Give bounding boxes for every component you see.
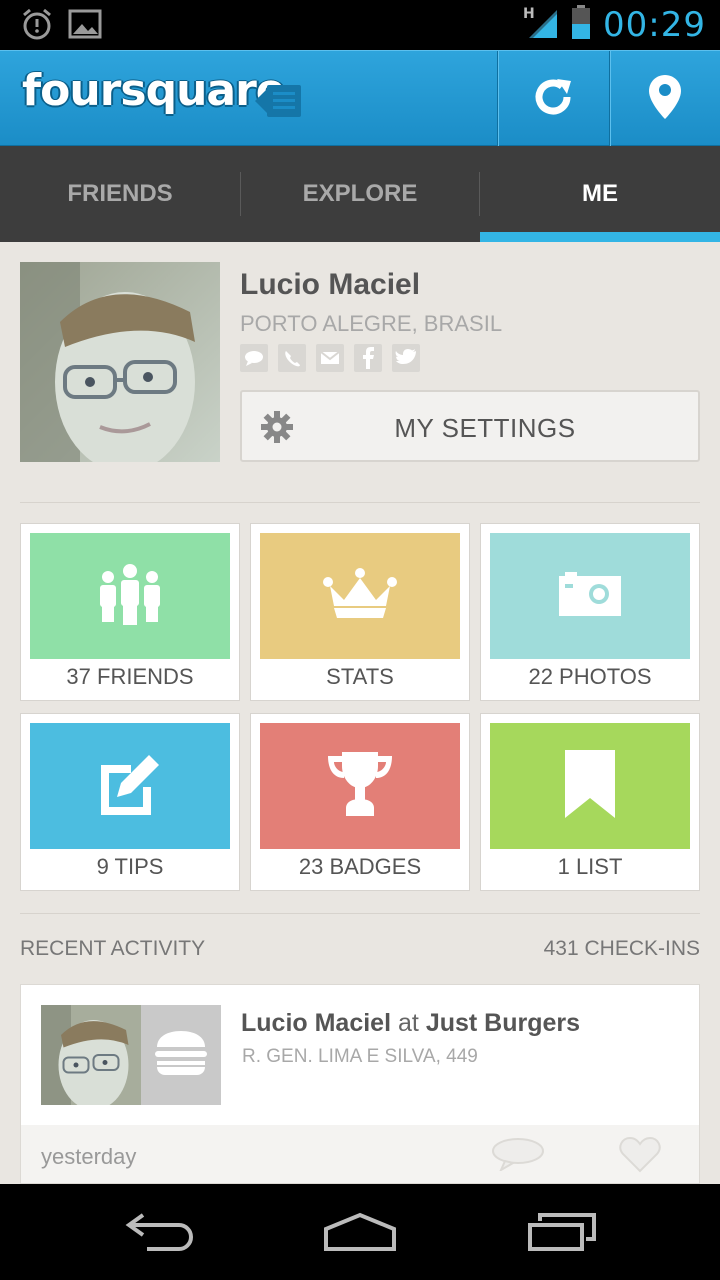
svg-text:H: H: [523, 6, 535, 22]
tile-badges[interactable]: 23 BADGES: [250, 713, 470, 891]
tile-label: 22 PHOTOS: [528, 664, 652, 689]
tab-explore[interactable]: EXPLORE: [240, 146, 480, 242]
camera-icon: [559, 571, 621, 621]
back-icon: [125, 1211, 195, 1256]
burger-icon: [155, 1030, 207, 1080]
activity-user[interactable]: Lucio Maciel: [241, 1009, 391, 1037]
menu-icon[interactable]: [255, 83, 303, 119]
tab-me[interactable]: ME: [480, 146, 720, 242]
activity-time: yesterday: [41, 1144, 137, 1169]
email-icon[interactable]: [316, 344, 344, 372]
friends-icon: [97, 563, 163, 630]
avatar[interactable]: [20, 262, 220, 462]
tile-swatch: [260, 723, 460, 849]
user-thumbnail[interactable]: [41, 1005, 141, 1105]
tile-swatch: [30, 533, 230, 659]
tile-label: 9 TIPS: [96, 854, 164, 879]
comment-icon[interactable]: [491, 1137, 545, 1176]
recent-apps-button[interactable]: [522, 1208, 602, 1258]
tile-swatch: [260, 533, 460, 659]
edit-icon: [97, 753, 163, 820]
contact-icons: [240, 344, 420, 372]
phone-icon[interactable]: [278, 344, 306, 372]
tile-swatch: [490, 723, 690, 849]
foursquare-logo[interactable]: foursquare: [22, 65, 286, 116]
refresh-button[interactable]: [497, 51, 607, 147]
message-icon[interactable]: [240, 344, 268, 372]
twitter-icon[interactable]: [392, 344, 420, 372]
activity-at: at: [398, 1009, 419, 1037]
activity-address: R. GEN. LIMA E SILVA, 449: [242, 1046, 478, 1067]
tile-friends[interactable]: 37 FRIENDS: [20, 523, 240, 701]
checkin-button[interactable]: [609, 51, 719, 147]
tile-label: 23 BADGES: [298, 854, 422, 879]
tile-tips[interactable]: 9 TIPS: [20, 713, 240, 891]
my-settings-label: MY SETTINGS: [394, 413, 576, 443]
tile-label: STATS: [326, 664, 394, 689]
tab-bar: FRIENDS EXPLORE ME: [0, 146, 720, 242]
alarm-icon: [20, 7, 54, 46]
back-button[interactable]: [120, 1208, 200, 1258]
divider: [20, 913, 700, 914]
tab-divider: [240, 172, 241, 216]
profile-location: PORTO ALEGRE, BRASIL: [240, 311, 503, 336]
home-icon: [322, 1211, 398, 1256]
tile-photos[interactable]: 22 PHOTOS: [480, 523, 700, 701]
recent-apps-icon: [526, 1211, 598, 1256]
app-bar: foursquare: [0, 50, 720, 147]
like-icon[interactable]: [619, 1136, 661, 1178]
logo-text-a: four: [22, 65, 121, 116]
checkins-count[interactable]: 431 CHECK-INS: [544, 937, 700, 961]
status-bar: H 00:29: [0, 0, 720, 50]
battery-icon: [571, 4, 591, 45]
bookmark-icon: [565, 749, 615, 823]
activity-title: Lucio Maciel at Just Burgers: [241, 1009, 580, 1038]
navigation-bar: [0, 1184, 720, 1280]
recent-activity-heading: RECENT ACTIVITY: [20, 937, 206, 960]
activity-card[interactable]: Lucio Maciel at Just Burgers R. GEN. LIM…: [20, 984, 700, 1184]
tile-swatch: [490, 533, 690, 659]
clock: 00:29: [603, 4, 706, 45]
trophy-icon: [326, 751, 394, 821]
tile-label: 37 FRIENDS: [66, 664, 194, 689]
divider: [20, 502, 700, 503]
facebook-icon[interactable]: [354, 344, 382, 372]
home-button[interactable]: [320, 1208, 400, 1258]
tile-swatch: [30, 723, 230, 849]
profile-name: Lucio Maciel: [240, 268, 421, 301]
tile-label: 1 LIST: [557, 854, 623, 879]
image-notification-icon: [68, 7, 102, 46]
venue-category-icon: [141, 1005, 221, 1105]
my-settings-button[interactable]: MY SETTINGS: [240, 390, 700, 462]
activity-venue[interactable]: Just Burgers: [426, 1009, 580, 1037]
tab-friends[interactable]: FRIENDS: [0, 146, 240, 242]
tile-lists[interactable]: 1 LIST: [480, 713, 700, 891]
checkin-location-icon: [647, 73, 683, 126]
crown-icon: [323, 567, 397, 625]
refresh-icon: [531, 75, 575, 124]
tab-divider: [479, 172, 480, 216]
signal-h-icon: H: [523, 4, 559, 45]
tile-stats[interactable]: STATS: [250, 523, 470, 701]
